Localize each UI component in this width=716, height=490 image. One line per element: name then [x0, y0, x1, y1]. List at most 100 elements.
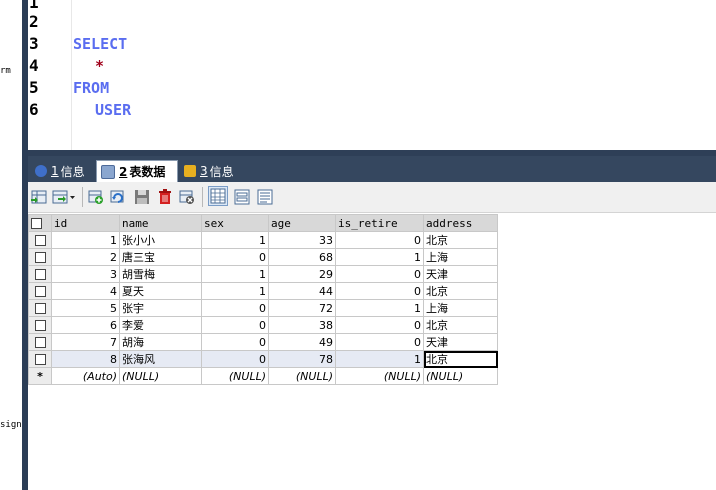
select-all-header[interactable]: [28, 214, 52, 232]
cell-age-placeholder[interactable]: (NULL): [268, 367, 336, 385]
row-select-cell[interactable]: [28, 316, 52, 334]
cell-sex[interactable]: 0: [201, 299, 269, 317]
cell-name[interactable]: 唐三宝: [119, 248, 202, 266]
cell-age[interactable]: 49: [268, 333, 336, 351]
cell-age[interactable]: 68: [268, 248, 336, 266]
cell-id[interactable]: 5: [51, 299, 120, 317]
cell-name[interactable]: 胡雪梅: [119, 265, 202, 283]
row-checkbox[interactable]: [34, 235, 46, 246]
cell-age[interactable]: 78: [268, 350, 336, 368]
cell-address[interactable]: 上海: [423, 248, 498, 266]
row-select-cell[interactable]: [28, 333, 52, 351]
cell-id[interactable]: 4: [51, 282, 120, 300]
column-header-address[interactable]: address: [423, 214, 498, 232]
cell-address-placeholder[interactable]: (NULL): [423, 367, 498, 385]
grid-view-toggle[interactable]: [208, 186, 228, 206]
grid-toolbar: [28, 182, 716, 213]
cell-sex[interactable]: 0: [201, 333, 269, 351]
cell-name[interactable]: 李爱: [119, 316, 202, 334]
cell-name[interactable]: 张宇: [119, 299, 202, 317]
new-row: * (Auto) (NULL) (NULL) (NULL) (NULL) (NU…: [28, 367, 498, 385]
row-checkbox[interactable]: [34, 354, 46, 365]
row-checkbox[interactable]: [34, 269, 46, 280]
cell-age[interactable]: 29: [268, 265, 336, 283]
tab-table-data[interactable]: 2 表数据: [96, 160, 178, 182]
cell-age[interactable]: 33: [268, 231, 336, 249]
cell-is-retire[interactable]: 1: [335, 350, 424, 368]
cell-age[interactable]: 38: [268, 316, 336, 334]
tab-info-1[interactable]: 1 信息: [31, 160, 95, 182]
row-select-cell[interactable]: [28, 265, 52, 283]
cell-address[interactable]: 天津: [423, 333, 498, 351]
cell-sex[interactable]: 0: [201, 248, 269, 266]
tab-number: 3: [200, 164, 208, 178]
row-checkbox[interactable]: [34, 320, 46, 331]
delete-icon[interactable]: [157, 189, 173, 205]
cell-address[interactable]: 天津: [423, 265, 498, 283]
cell-address[interactable]: 北京: [423, 316, 498, 334]
cell-address-focused[interactable]: 北京: [423, 350, 498, 368]
cell-sex[interactable]: 1: [201, 282, 269, 300]
table-row: 4 夏天 1 44 0 北京: [28, 282, 498, 300]
select-all-checkbox[interactable]: [31, 218, 42, 229]
cell-id[interactable]: 1: [51, 231, 120, 249]
column-header-id[interactable]: id: [51, 214, 120, 232]
cell-name[interactable]: 夏天: [119, 282, 202, 300]
cell-sex[interactable]: 0: [201, 316, 269, 334]
cell-id[interactable]: 3: [51, 265, 120, 283]
insert-row-icon[interactable]: [88, 189, 104, 205]
row-checkbox[interactable]: [34, 303, 46, 314]
toolbar-separator: [202, 187, 203, 207]
row-checkbox[interactable]: [34, 337, 46, 348]
cancel-changes-icon[interactable]: [179, 189, 195, 205]
cell-id[interactable]: 8: [51, 350, 120, 368]
row-select-cell[interactable]: [28, 248, 52, 266]
cell-name[interactable]: 胡海: [119, 333, 202, 351]
export-grid-icon[interactable]: [31, 189, 47, 205]
cell-sex[interactable]: 0: [201, 350, 269, 368]
row-select-cell[interactable]: [28, 299, 52, 317]
cell-is-retire[interactable]: 1: [335, 248, 424, 266]
row-checkbox[interactable]: [34, 286, 46, 297]
cell-id[interactable]: 2: [51, 248, 120, 266]
grid-view-icon: [210, 188, 226, 204]
cell-age[interactable]: 44: [268, 282, 336, 300]
cell-id-placeholder[interactable]: (Auto): [51, 367, 120, 385]
refresh-icon[interactable]: [110, 189, 126, 205]
cell-address[interactable]: 北京: [423, 282, 498, 300]
cell-name[interactable]: 张海风: [119, 350, 202, 368]
sql-editor[interactable]: 1 2 3 4 5 6 SELECT * FROM USER: [28, 0, 716, 150]
cell-address[interactable]: 北京: [423, 231, 498, 249]
column-header-age[interactable]: age: [268, 214, 336, 232]
form-view-icon[interactable]: [234, 189, 250, 205]
cell-age[interactable]: 72: [268, 299, 336, 317]
column-header-name[interactable]: name: [119, 214, 202, 232]
cell-is-retire[interactable]: 0: [335, 333, 424, 351]
column-header-is-retire[interactable]: is_retire: [335, 214, 424, 232]
cell-id[interactable]: 6: [51, 316, 120, 334]
cell-sex[interactable]: 1: [201, 265, 269, 283]
cell-sex-placeholder[interactable]: (NULL): [201, 367, 269, 385]
tab-info-3[interactable]: 3 信息: [180, 160, 246, 182]
tab-label: 表数据: [129, 165, 166, 179]
row-checkbox[interactable]: [34, 252, 46, 263]
row-select-cell[interactable]: [28, 231, 52, 249]
cell-name[interactable]: 张小小: [119, 231, 202, 249]
side-panel-fragment: rm: [0, 66, 11, 76]
cell-name-placeholder[interactable]: (NULL): [119, 367, 202, 385]
cell-is-retire[interactable]: 0: [335, 316, 424, 334]
cell-is-retire[interactable]: 0: [335, 231, 424, 249]
row-select-cell[interactable]: [28, 350, 52, 368]
cell-sex[interactable]: 1: [201, 231, 269, 249]
cell-is-retire[interactable]: 0: [335, 282, 424, 300]
cell-is-retire[interactable]: 1: [335, 299, 424, 317]
text-view-icon[interactable]: [257, 189, 273, 205]
cell-is-retire-placeholder[interactable]: (NULL): [335, 367, 424, 385]
cell-is-retire[interactable]: 0: [335, 265, 424, 283]
column-header-sex[interactable]: sex: [201, 214, 269, 232]
import-dropdown-icon[interactable]: [52, 189, 76, 205]
cell-id[interactable]: 7: [51, 333, 120, 351]
cell-address[interactable]: 上海: [423, 299, 498, 317]
row-select-cell[interactable]: [28, 282, 52, 300]
save-icon[interactable]: [134, 189, 150, 205]
